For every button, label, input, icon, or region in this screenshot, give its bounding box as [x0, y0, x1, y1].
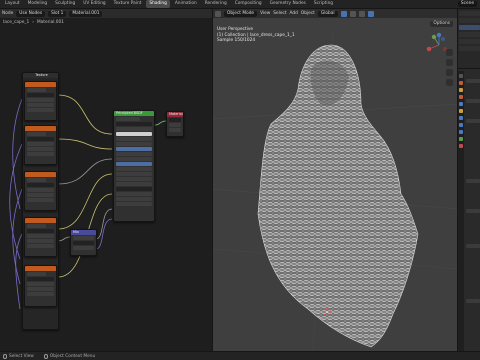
property-field[interactable] [466, 99, 480, 103]
material-select[interactable]: Material.001 [69, 10, 103, 17]
options-dropdown[interactable]: Options [430, 21, 453, 27]
property-field[interactable] [466, 179, 480, 183]
chevron-right-icon: › [32, 20, 34, 25]
image-texture-node-4[interactable] [24, 217, 57, 257]
render-sample-label: Sample 150/1024 [217, 38, 256, 44]
grid-icon[interactable] [446, 79, 453, 86]
outliner-row[interactable] [459, 18, 480, 23]
breadcrumb: lace_cape_1 › Material.001 [3, 20, 64, 25]
mix-node-title: Mix [71, 230, 96, 235]
material-slot-select[interactable]: Slot 1 [48, 10, 67, 17]
status-bar: Select View Object Context Menu [0, 351, 480, 360]
mode-select[interactable]: Object Mode [224, 10, 258, 17]
menu-select[interactable]: Select [273, 11, 286, 16]
tab-layout[interactable]: Layout [2, 0, 23, 8]
use-nodes-toggle[interactable]: Use Nodes [16, 10, 46, 17]
properties-tab-strip [458, 71, 464, 351]
property-field[interactable] [466, 299, 480, 303]
physics-tab-icon[interactable] [459, 130, 463, 134]
status-select-hint: Select View [3, 353, 34, 359]
viewport-navigation-tools [446, 49, 453, 86]
3d-viewport[interactable]: Object Mode View Select Add Object Globa… [212, 9, 457, 351]
tab-compositing[interactable]: Compositing [232, 0, 265, 8]
tab-texture-paint[interactable]: Texture Paint [111, 0, 145, 8]
shader-node-editor[interactable]: Node Use Nodes Slot 1 Material.001 lace_… [0, 9, 212, 351]
zoom-icon[interactable] [446, 49, 453, 56]
data-tab-icon[interactable] [459, 137, 463, 141]
outliner-row-selected[interactable] [459, 25, 480, 30]
property-field[interactable] [466, 79, 480, 83]
tab-uv-editing[interactable]: UV Editing [80, 0, 108, 8]
property-field[interactable] [466, 209, 480, 213]
image-texture-node-2[interactable] [24, 125, 57, 165]
tab-sculpting[interactable]: Sculpting [52, 0, 78, 8]
navigation-gizmo [426, 32, 447, 52]
outliner-row[interactable] [459, 39, 480, 44]
breadcrumb-object: lace_cape_1 [3, 20, 30, 25]
transform-orientation-select[interactable]: Global [317, 10, 338, 17]
outliner-row[interactable] [459, 46, 480, 51]
outliner-row[interactable] [459, 32, 480, 37]
editor-type-menu[interactable]: Node [2, 11, 13, 16]
particles-tab-icon[interactable] [459, 123, 463, 127]
mouse-left-icon [3, 353, 7, 359]
status-context-hint: Object Context Menu [43, 353, 95, 359]
overlay-icon[interactable] [349, 10, 356, 17]
outliner[interactable] [458, 9, 480, 69]
menu-add[interactable]: Add [290, 11, 298, 16]
material-output-node[interactable]: Material Output [166, 111, 184, 137]
scene-field[interactable]: Scene [457, 1, 477, 7]
outliner-row[interactable] [459, 11, 480, 16]
tab-animation[interactable]: Animation [172, 0, 200, 8]
menu-object[interactable]: Object [301, 11, 315, 16]
principled-bsdf-title: Principled BSDF [114, 111, 154, 116]
render-tab-icon[interactable] [459, 81, 463, 85]
frame-node-title: Texture [23, 73, 58, 78]
shading-solid-icon[interactable] [358, 10, 365, 17]
properties-area [457, 9, 480, 351]
tab-rendering[interactable]: Rendering [202, 0, 230, 8]
node-editor-header: Node Use Nodes Slot 1 Material.001 [0, 9, 212, 18]
snap-icon[interactable] [340, 10, 347, 17]
image-texture-node-1[interactable] [24, 81, 57, 121]
output-tab-icon[interactable] [459, 88, 463, 92]
tool-tab-icon[interactable] [459, 74, 463, 78]
viewport-info-text: User Perspective (1) Collection | lace_d… [217, 27, 295, 44]
property-field[interactable] [466, 119, 480, 123]
editor-type-icon[interactable] [215, 10, 221, 17]
tab-geometry-nodes[interactable]: Geometry Nodes [267, 0, 309, 8]
material-tab-icon[interactable] [459, 144, 463, 148]
principled-bsdf-node[interactable]: Principled BSDF [113, 110, 155, 222]
property-field[interactable] [466, 244, 480, 248]
tab-modeling[interactable]: Modeling [25, 0, 51, 8]
menu-view[interactable]: View [260, 11, 270, 16]
world-tab-icon[interactable] [459, 102, 463, 106]
mix-node[interactable]: Mix [70, 229, 97, 256]
material-output-title: Material Output [167, 112, 183, 117]
workspace-tabs-bar: Layout Modeling Sculpting UV Editing Tex… [0, 0, 480, 9]
modifier-tab-icon[interactable] [459, 116, 463, 120]
tab-shading[interactable]: Shading [146, 0, 170, 8]
image-texture-node-5[interactable] [24, 265, 57, 307]
scene-selector: Scene [457, 1, 477, 7]
scene-tab-icon[interactable] [459, 95, 463, 99]
viewport-header: Object Mode View Select Add Object Globa… [213, 9, 457, 18]
pan-hand-icon[interactable] [446, 59, 453, 66]
image-texture-node-3[interactable] [24, 171, 57, 211]
breadcrumb-material: Material.001 [36, 20, 64, 25]
shading-rendered-icon[interactable] [367, 10, 374, 17]
object-tab-icon[interactable] [459, 109, 463, 113]
mouse-right-icon [43, 353, 48, 359]
viewport-scene [213, 28, 457, 351]
tab-scripting[interactable]: Scripting [311, 0, 336, 8]
camera-icon[interactable] [446, 69, 453, 76]
